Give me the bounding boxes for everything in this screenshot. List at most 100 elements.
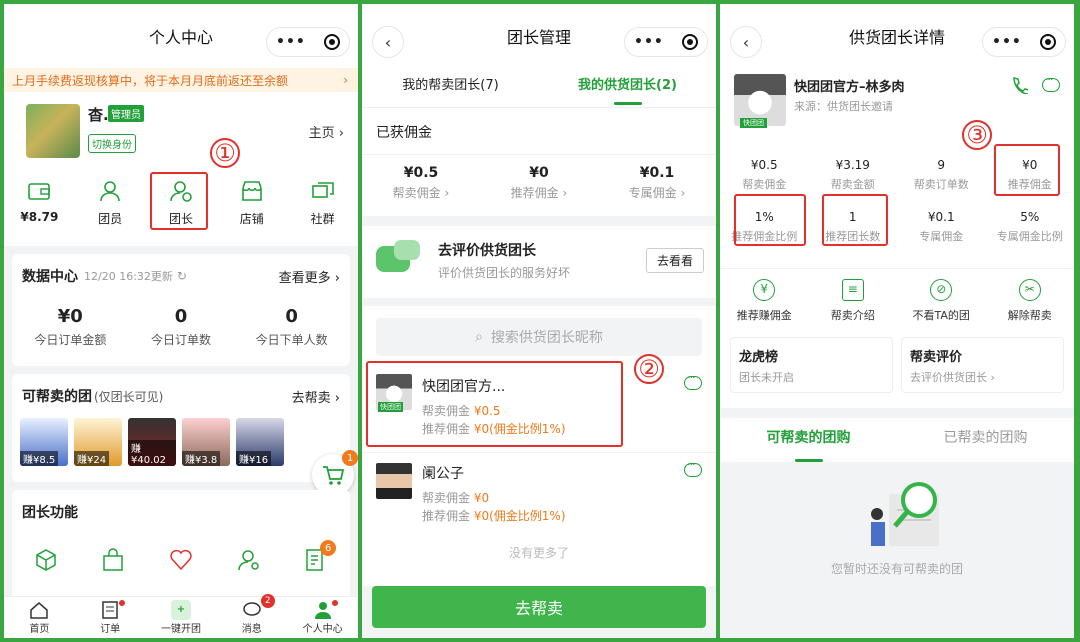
leader-management-screen: ‹ 团长管理 ••• 我的帮卖团长(7) 我的供货团长(2) 已获佣金 ¥0.5… [362,4,716,638]
good-thumb[interactable]: 赚¥40.02 [128,418,176,466]
tab-orders[interactable]: 订单 [83,600,137,635]
stat-label: 今日下单人数 [255,333,328,347]
earned-label: 专属佣金 › [628,186,686,200]
nav-bar: ‹ 供货团长详情 ••• [720,4,1074,68]
helpsell-card: 可帮卖的团 (仅团长可见) 去帮卖 › 赚¥8.5 赚¥24 赚¥40.02 赚… [12,374,350,482]
community-shortcut[interactable]: 社群 [293,178,353,227]
card-desc-text: 去评价供货团长 [910,371,987,384]
review-banner: 去评价供货团长 评价供货团长的服务好坏 去看看 [362,226,716,298]
community-label: 社群 [310,212,335,226]
mini-program-capsule[interactable]: ••• [624,27,708,57]
cube-icon[interactable] [34,548,58,572]
tab-row: 可帮卖的团购 已帮卖的团购 [720,418,1074,462]
good-thumb[interactable]: 赚¥3.8 [182,418,230,466]
view-more-link[interactable]: 查看更多 › [279,267,340,286]
step-marker: ① [210,138,240,168]
refresh-icon[interactable]: ↻ [177,269,187,283]
leader-source: 来源：供货团长邀请 [794,100,893,113]
more-icon[interactable]: ••• [276,34,306,50]
rec-value: ¥0(佣金比例1%) [473,509,566,523]
good-thumb[interactable]: 赚¥16 [236,418,284,466]
supply-leader-detail-screen: ‹ 供货团长详情 ••• 快团团 快团团官方–林多肉 来源：供货团长邀请 ¥0.… [720,4,1074,638]
search-input[interactable]: ⌕ 搜索供货团长昵称 [376,318,702,356]
step-marker: ③ [962,120,992,150]
good-earn: 赚¥40.02 [128,440,176,466]
leader-settings-icon[interactable] [237,548,261,572]
groupbuy-tabs: 可帮卖的团购 已帮卖的团购 [720,418,1074,462]
tab-home[interactable]: 首页 [12,600,66,635]
earned-stats: ¥0.5 帮卖佣金 › ¥0 推荐佣金 › ¥0.1 专属佣金 › [362,165,716,201]
cart-badge: 1 [342,450,358,466]
good-thumb[interactable]: 赚¥8.5 [20,418,68,466]
good-earn: 赚¥24 [74,451,110,466]
close-target-icon[interactable] [323,34,340,50]
go-helpsell-button[interactable]: 去帮卖 [372,586,706,628]
tab-start-group[interactable]: + 一键开团 [154,600,208,635]
good-thumb[interactable]: 赚¥24 [74,418,122,466]
helpsell-intro-action[interactable]: ≡ 帮卖介绍 [809,279,898,323]
unbind-action[interactable]: ✂ 解除帮卖 [986,279,1075,323]
bag-icon[interactable] [101,548,125,572]
leaderboard-card[interactable]: 龙虎榜 团长未开启 [730,337,893,393]
phone-icon[interactable] [1010,76,1028,94]
stat-cell: ¥3.19 帮卖金额 [809,152,898,200]
back-button[interactable]: ‹ [730,26,762,58]
tab-underline [794,459,823,462]
chat-icon[interactable] [684,371,702,390]
earned-stat[interactable]: ¥0.5 帮卖佣金 › [393,165,450,201]
close-target-icon[interactable] [681,34,698,50]
earned-label-text: 专属佣金 [628,186,677,200]
notice-bar[interactable]: 上月手续费返现核算中，将于本月月底前返还至余额 › [4,68,358,92]
go-helpsell-link[interactable]: 去帮卖 › [292,387,340,406]
orders-icon [83,600,137,620]
members-shortcut[interactable]: 团员 [80,178,140,227]
close-target-icon[interactable] [1039,34,1056,50]
chat-icon[interactable] [684,458,702,477]
shop-icon [222,178,282,204]
action-row: ¥ 推荐赚佣金 ≡ 帮卖介绍 ⊘ 不看TA的团 ✂ 解除帮卖 [720,269,1074,323]
go-look-button[interactable]: 去看看 [645,248,704,273]
tab-sold: 已帮卖的团购 [943,430,1028,446]
tab-supply-leaders[interactable]: 我的供货团长(2) [539,68,716,107]
good-earn: 赚¥8.5 [20,451,59,466]
list-item[interactable]: 阑公子 帮卖佣金 ¥0 推荐佣金 ¥0(佣金比例1%) [362,452,716,536]
tab-label: 一键开团 [160,624,201,635]
back-button[interactable]: ‹ [372,26,404,58]
highlight-box [150,172,208,230]
earned-stat[interactable]: ¥0 推荐佣金 › [511,165,568,201]
more-icon[interactable]: ••• [992,34,1022,50]
data-center-updated: 12/20 16:32更新 [84,270,173,283]
members-label: 团员 [98,212,123,226]
stat-label: 帮卖订单数 [913,178,969,191]
mini-program-capsule[interactable]: ••• [982,27,1066,57]
recommend-earn-action[interactable]: ¥ 推荐赚佣金 [720,279,809,323]
card-desc: 去评价供货团长 › [910,371,995,384]
goods-strip: 赚¥8.5 赚¥24 赚¥40.02 赚¥3.8 赚¥16 [12,418,350,466]
stat-label: 今日订单数 [150,333,211,347]
back-icon: ‹ [384,32,392,52]
leader-function-icons: 6 [12,540,350,576]
mini-program-capsule[interactable]: ••• [266,27,350,57]
leader-name: 阑公子 [422,466,464,482]
tab-personal-center[interactable]: 个人中心 [296,600,350,635]
notice-text: 上月手续费返现核算中，将于本月月底前返还至余额 [12,73,289,88]
earned-stat[interactable]: ¥0.1 专属佣金 › [629,165,686,201]
hide-groups-action[interactable]: ⊘ 不看TA的团 [897,279,986,323]
switch-identity-button[interactable]: 切换身份 [88,134,136,153]
shop-shortcut[interactable]: 店铺 [222,178,282,227]
home-link[interactable]: 主页 › [309,122,344,141]
avatar[interactable] [26,104,80,158]
more-icon[interactable]: ••• [634,34,664,50]
tab-available[interactable]: 可帮卖的团购 [720,418,897,462]
avatar [376,463,412,499]
highlight-box [734,194,806,246]
tab-helpsell-leaders[interactable]: 我的帮卖团长(7) [362,68,539,107]
report-function[interactable]: 6 [304,540,337,576]
helpsell-review-card[interactable]: 帮卖评价 去评价供货团长 › [901,337,1064,393]
no-more-text: 没有更多了 [508,546,569,560]
heart-icon[interactable] [169,548,193,572]
chat-icon[interactable] [1042,73,1060,92]
stat-value: ¥3.19 [835,158,870,172]
wallet-shortcut[interactable]: ¥8.79 [9,178,69,227]
tab-messages[interactable]: 消息 2 [225,594,279,635]
